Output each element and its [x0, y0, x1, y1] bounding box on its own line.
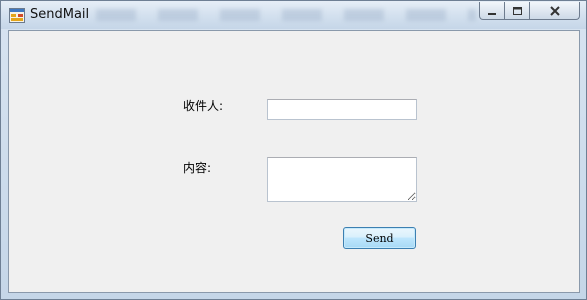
- send-button[interactable]: Send: [343, 227, 416, 249]
- maximize-button[interactable]: [505, 2, 530, 20]
- close-button[interactable]: [530, 2, 580, 20]
- recipient-label: 收件人:: [183, 99, 224, 113]
- title-bar[interactable]: SendMail: [1, 1, 586, 29]
- minimize-icon: [487, 1, 497, 20]
- blurred-taskbar-background: [96, 9, 476, 21]
- sendmail-window: SendMail 收件人: 内容: Send: [0, 0, 587, 300]
- content-label: 内容:: [183, 161, 212, 175]
- form-client-area: 收件人: 内容: Send: [8, 30, 580, 293]
- window-title: SendMail: [30, 7, 90, 22]
- content-textarea[interactable]: [267, 157, 417, 202]
- app-window-icon: [9, 8, 25, 23]
- recipient-input[interactable]: [267, 99, 417, 120]
- minimize-button[interactable]: [479, 2, 505, 20]
- maximize-icon: [512, 1, 523, 20]
- close-icon: [549, 1, 561, 20]
